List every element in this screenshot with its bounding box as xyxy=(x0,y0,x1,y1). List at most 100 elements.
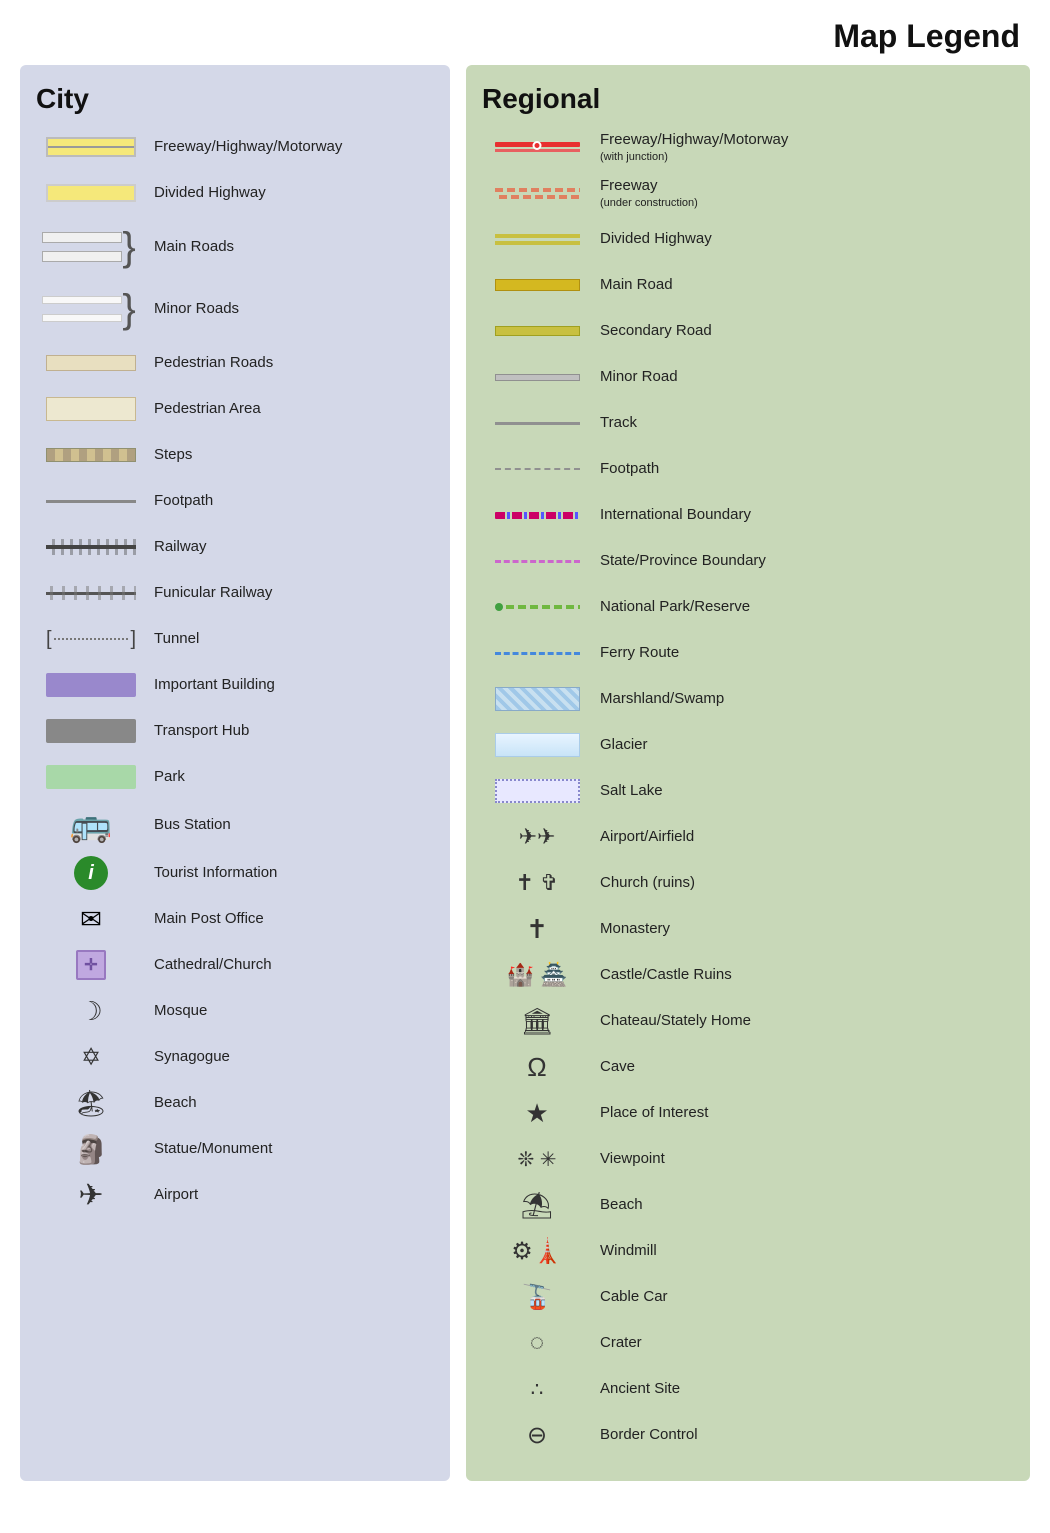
reg-castle-label: Castle/Castle Ruins xyxy=(600,965,732,985)
reg-castle-icon: 🏰 🏯 xyxy=(482,962,592,988)
steps-icon xyxy=(36,448,146,462)
reg-state-boundary-icon xyxy=(482,560,592,563)
list-item: Park xyxy=(36,759,434,795)
list-item: Transport Hub xyxy=(36,713,434,749)
list-item: ✝ ✞ Church (ruins) xyxy=(482,865,1014,901)
list-item: 🚌 Bus Station xyxy=(36,805,434,845)
reg-track-label: Track xyxy=(600,413,637,433)
regional-column: Regional Freeway/Highway/Motorway(with j… xyxy=(466,65,1030,1481)
funicular-icon xyxy=(36,586,146,600)
reg-chateau-icon: 🏛 xyxy=(482,1006,592,1037)
list-item: ✉ Main Post Office xyxy=(36,901,434,937)
reg-intl-boundary-icon xyxy=(482,512,592,519)
tourist-info-icon: i xyxy=(36,856,146,890)
list-item: National Park/Reserve xyxy=(482,589,1014,625)
list-item: Freeway (under construction) xyxy=(482,175,1014,211)
footpath-city-label: Footpath xyxy=(154,491,213,511)
statue-icon: 🗿 xyxy=(36,1133,146,1166)
reg-ferry-label: Ferry Route xyxy=(600,643,679,663)
list-item: ⛱ Beach xyxy=(482,1187,1014,1223)
reg-marshland-icon xyxy=(482,687,592,711)
list-item: Marshland/Swamp xyxy=(482,681,1014,717)
reg-border-label: Border Control xyxy=(600,1425,698,1445)
mosque-label: Mosque xyxy=(154,1001,207,1021)
reg-glacier-label: Glacier xyxy=(600,735,648,755)
list-item: Minor Road xyxy=(482,359,1014,395)
freeway-city-icon xyxy=(36,137,146,157)
reg-monastery-label: Monastery xyxy=(600,919,670,939)
reg-airport-icon: ✈✈ xyxy=(482,824,592,850)
reg-cave-icon: Ω xyxy=(482,1052,592,1083)
cathedral-label: Cathedral/Church xyxy=(154,955,272,975)
list-item: Freeway/Highway/Motorway xyxy=(36,129,434,165)
reg-viewpoint-label: Viewpoint xyxy=(600,1149,665,1169)
post-office-label: Main Post Office xyxy=(154,909,264,929)
steps-label: Steps xyxy=(154,445,192,465)
reg-windmill-label: Windmill xyxy=(600,1241,657,1261)
list-item: 🗿 Statue/Monument xyxy=(36,1131,434,1167)
reg-beach-icon: ⛱ xyxy=(482,1190,592,1221)
funicular-label: Funicular Railway xyxy=(154,583,272,603)
list-item: ★ Place of Interest xyxy=(482,1095,1014,1131)
list-item: Railway xyxy=(36,529,434,565)
list-item: Ferry Route xyxy=(482,635,1014,671)
freeway-city-label: Freeway/Highway/Motorway xyxy=(154,137,342,157)
reg-freeway-label: Freeway/Highway/Motorway(with junction) xyxy=(600,130,788,164)
tunnel-label: Tunnel xyxy=(154,629,199,649)
bus-station-icon: 🚌 xyxy=(36,805,146,845)
footpath-city-icon xyxy=(36,500,146,503)
reg-ancient-icon: ∴ xyxy=(482,1377,592,1402)
list-item: Freeway/Highway/Motorway(with junction) xyxy=(482,129,1014,165)
divided-highway-city-label: Divided Highway xyxy=(154,183,266,203)
list-item: Secondary Road xyxy=(482,313,1014,349)
reg-freeway-construction-label: Freeway (under construction) xyxy=(600,176,698,210)
reg-poi-label: Place of Interest xyxy=(600,1103,708,1123)
list-item: International Boundary xyxy=(482,497,1014,533)
tunnel-icon: [ ] xyxy=(36,628,146,651)
list-item: ✈✈ Airport/Airfield xyxy=(482,819,1014,855)
reg-national-park-icon xyxy=(482,603,592,611)
reg-marshland-label: Marshland/Swamp xyxy=(600,689,724,709)
page-title: Map Legend xyxy=(0,0,1050,65)
important-building-icon xyxy=(36,673,146,697)
reg-border-icon: ⊖ xyxy=(482,1421,592,1450)
reg-main-road-icon xyxy=(482,279,592,291)
railway-label: Railway xyxy=(154,537,207,557)
post-office-icon: ✉ xyxy=(36,904,146,935)
list-item: 🏖 Beach xyxy=(36,1085,434,1121)
minor-roads-icon: } xyxy=(36,289,146,329)
park-icon xyxy=(36,765,146,789)
reg-monastery-icon: ✝ xyxy=(482,914,592,945)
list-item: Ω Cave xyxy=(482,1049,1014,1085)
list-item: ☽ Mosque xyxy=(36,993,434,1029)
reg-salt-lake-label: Salt Lake xyxy=(600,781,663,801)
main-roads-icon: } xyxy=(36,227,146,267)
list-item: ✛ Cathedral/Church xyxy=(36,947,434,983)
reg-cable-car-icon: 🚡 xyxy=(482,1283,592,1312)
divided-highway-city-icon xyxy=(36,184,146,202)
airport-city-label: Airport xyxy=(154,1185,198,1205)
regional-title: Regional xyxy=(482,83,1014,115)
reg-airport-label: Airport/Airfield xyxy=(600,827,694,847)
list-item: Divided Highway xyxy=(482,221,1014,257)
reg-freeway-construction-icon xyxy=(482,188,592,199)
reg-poi-icon: ★ xyxy=(482,1098,592,1129)
list-item: State/Province Boundary xyxy=(482,543,1014,579)
list-item: Main Road xyxy=(482,267,1014,303)
reg-state-boundary-label: State/Province Boundary xyxy=(600,551,766,571)
list-item: Salt Lake xyxy=(482,773,1014,809)
reg-ancient-label: Ancient Site xyxy=(600,1379,680,1399)
reg-secondary-road-label: Secondary Road xyxy=(600,321,712,341)
reg-crater-label: Crater xyxy=(600,1333,642,1353)
list-item: ∴ Ancient Site xyxy=(482,1371,1014,1407)
list-item: 🚡 Cable Car xyxy=(482,1279,1014,1315)
list-item: Glacier xyxy=(482,727,1014,763)
list-item: ⊖ Border Control xyxy=(482,1417,1014,1453)
list-item: ◌ Crater xyxy=(482,1325,1014,1361)
reg-divided-label: Divided Highway xyxy=(600,229,712,249)
list-item: ✝ Monastery xyxy=(482,911,1014,947)
pedestrian-area-icon xyxy=(36,397,146,421)
reg-national-park-label: National Park/Reserve xyxy=(600,597,750,617)
reg-minor-road-icon xyxy=(482,374,592,381)
cathedral-icon: ✛ xyxy=(36,950,146,980)
